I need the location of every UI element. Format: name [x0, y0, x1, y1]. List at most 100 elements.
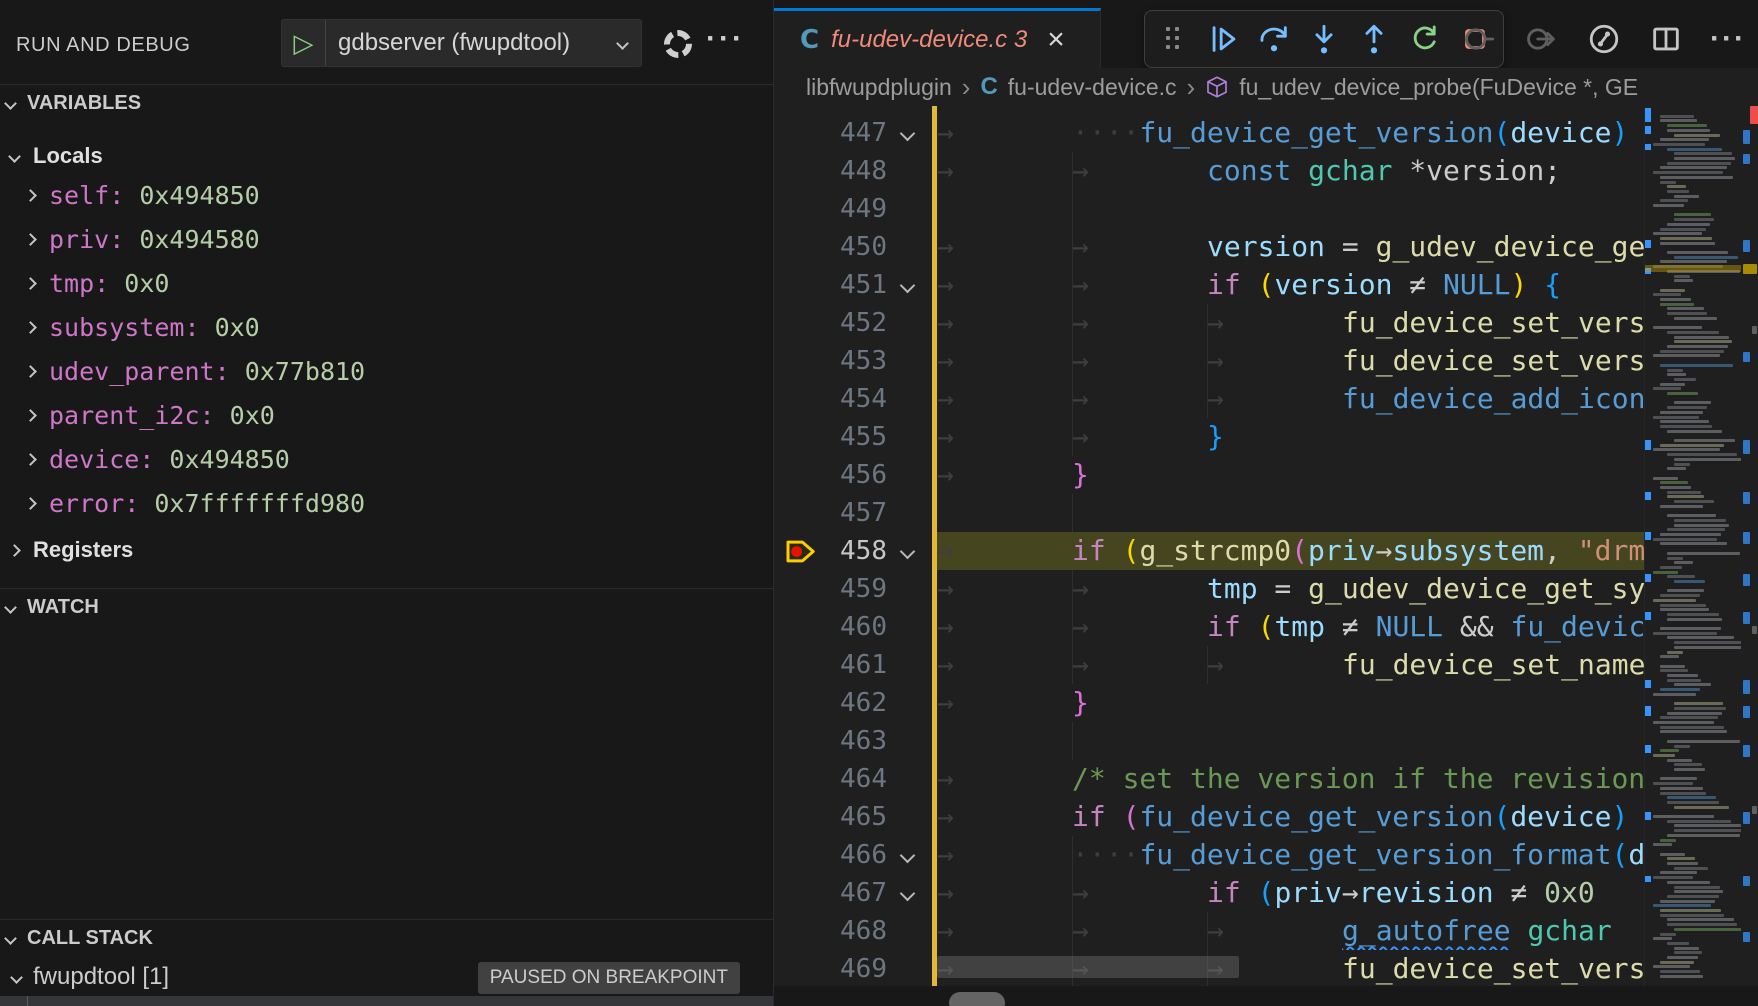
history-graph-icon[interactable] [1584, 19, 1624, 59]
code-text[interactable]: →→if (priv→revision ≠ 0x0 [937, 874, 1644, 912]
horizontal-scrollbar[interactable] [937, 956, 1239, 978]
line-number[interactable]: 469 [774, 950, 887, 986]
run-and-debug-sidebar: RUN AND DEBUG ▷ gdbserver (fwupdtool) ··… [0, 8, 773, 1006]
fold-chevron-icon[interactable] [900, 886, 916, 902]
line-number[interactable]: 450 [774, 228, 887, 266]
breadcrumb-file[interactable]: fu-udev-device.c [1008, 74, 1177, 101]
code-text[interactable]: →→→fu_device_set_version_format( [937, 304, 1644, 342]
line-number[interactable]: 448 [774, 152, 887, 190]
line-number[interactable]: 449 [774, 190, 887, 228]
variable-value: 0x494580 [139, 225, 259, 254]
variable-row[interactable]: udev_parent: 0x77b810 [0, 349, 773, 393]
step-out-icon[interactable] [1352, 17, 1396, 61]
variable-row[interactable]: priv: 0x494580 [0, 217, 773, 261]
settings-gear-button[interactable] [664, 30, 692, 58]
close-icon[interactable]: × [1047, 25, 1065, 55]
variable-row[interactable]: device: 0x494850 [0, 437, 773, 481]
fold-chevron-icon[interactable] [900, 848, 916, 864]
variable-row[interactable]: self: 0x494850 [0, 173, 773, 217]
code-text[interactable]: →→} [937, 418, 1644, 456]
line-number[interactable]: 456 [774, 456, 887, 494]
step-over-icon[interactable] [1252, 17, 1296, 61]
code-text[interactable] [937, 494, 1644, 532]
line-number[interactable]: 453 [774, 342, 887, 380]
tab-bar: C fu-udev-device.c 3 × ··· [774, 8, 1758, 68]
code-text[interactable]: →} [937, 684, 1644, 722]
line-number[interactable]: 467 [774, 874, 887, 912]
fold-chevron-icon[interactable] [900, 126, 916, 142]
code-text[interactable]: →····fu_device_get_version_format(device [937, 836, 1644, 874]
line-number[interactable]: 457 [774, 494, 887, 532]
code-text[interactable]: →→if (tmp ≠ NULL && fu_device_get_name( [937, 608, 1644, 646]
restart-icon[interactable] [1403, 17, 1447, 61]
code-text[interactable]: →if (g_strcmp0(priv→subsystem, "drm" [937, 532, 1644, 570]
ruler-modified-mark [1743, 680, 1750, 694]
minimap-line [1674, 317, 1717, 320]
chevron-separator-icon: › [962, 72, 971, 103]
line-number[interactable]: 461 [774, 646, 887, 684]
more-actions-icon[interactable]: ··· [1708, 19, 1748, 59]
variable-row[interactable]: parent_i2c: 0x0 [0, 393, 773, 437]
code-text[interactable]: →→→fu_device_add_icon( [937, 380, 1644, 418]
minimap[interactable] [1644, 106, 1741, 986]
line-number[interactable]: 458 [774, 532, 887, 570]
drag-handle-icon[interactable] [1151, 17, 1195, 61]
line-number[interactable]: 465 [774, 798, 887, 836]
scrollbar-pill[interactable] [949, 992, 1005, 1006]
fold-chevron-icon[interactable] [900, 278, 916, 294]
code-text[interactable]: →····fu_device_get_version(device) [937, 114, 1644, 152]
fold-chevron-icon[interactable] [900, 544, 916, 560]
code-line: 466 →····fu_device_get_version_format(dev… [774, 836, 1758, 874]
code-text[interactable]: →} [937, 456, 1644, 494]
continue-icon[interactable] [1202, 17, 1246, 61]
line-number[interactable]: 468 [774, 912, 887, 950]
code-editor[interactable]: 447 →····fu_device_get_version(device) 448… [774, 106, 1758, 986]
locals-tree-item[interactable]: Locals [0, 134, 773, 178]
chevron-right-icon [24, 409, 37, 422]
code-text[interactable]: →→→g_autofree gchar [937, 912, 1644, 950]
code-text[interactable]: →if (fu_device_get_version(device) [937, 798, 1644, 836]
variable-row[interactable]: error: 0x7fffffffd980 [0, 481, 773, 525]
callstack-section-header[interactable]: CALL STACK [0, 919, 773, 957]
circle-dash-icon[interactable] [1460, 19, 1500, 59]
debug-config-dropdown[interactable]: ▷ gdbserver (fwupdtool) [281, 19, 642, 67]
tab-fu-udev-device[interactable]: C fu-udev-device.c 3 × [774, 8, 1101, 68]
breadcrumb-folder[interactable]: libfwupdplugin [806, 74, 952, 101]
callstack-frame-row[interactable]: libfwupdplugin.so!fu_udev_device_probe(F… [0, 996, 773, 1006]
code-text[interactable] [937, 190, 1644, 228]
code-text[interactable]: →→tmp = g_udev_device_get_sysfs_attr( [937, 570, 1644, 608]
start-debug-icon[interactable]: ▷ [282, 20, 326, 66]
line-number[interactable]: 464 [774, 760, 887, 798]
code-text[interactable]: →→const gchar *version; [937, 152, 1644, 190]
debug-config-label[interactable]: gdbserver (fwupdtool) [326, 29, 618, 57]
line-number[interactable]: 460 [774, 608, 887, 646]
variable-row[interactable]: tmp: 0x0 [0, 261, 773, 305]
code-text[interactable]: →/* set the version if the revision has … [937, 760, 1644, 798]
code-text[interactable]: →→if (version ≠ NULL) { [937, 266, 1644, 304]
line-number[interactable]: 454 [774, 380, 887, 418]
callstack-thread-row[interactable]: fwupdtool [1] PAUSED ON BREAKPOINT [0, 958, 773, 996]
line-number[interactable]: 459 [774, 570, 887, 608]
line-number[interactable]: 455 [774, 418, 887, 456]
watch-section-header[interactable]: WATCH [0, 588, 773, 626]
step-into-icon[interactable] [1302, 17, 1346, 61]
line-number[interactable]: 452 [774, 304, 887, 342]
overview-ruler[interactable] [1741, 106, 1758, 986]
code-text[interactable]: →→→fu_device_set_version( [937, 342, 1644, 380]
registers-tree-item[interactable]: Registers [0, 528, 773, 572]
variables-section-header[interactable]: VARIABLES [0, 84, 773, 122]
circle-arrow-icon[interactable] [1522, 19, 1562, 59]
line-number[interactable]: 466 [774, 836, 887, 874]
line-number[interactable]: 447 [774, 114, 887, 152]
line-number[interactable]: 451 [774, 266, 887, 304]
code-text[interactable] [937, 722, 1644, 760]
split-editor-icon[interactable] [1646, 19, 1686, 59]
code-text[interactable]: →→version = g_udev_device_get_sysfs_attr… [937, 228, 1644, 266]
line-number[interactable]: 462 [774, 684, 887, 722]
more-actions-icon[interactable]: ··· [706, 22, 745, 56]
variable-row[interactable]: subsystem: 0x0 [0, 305, 773, 349]
line-number[interactable]: 463 [774, 722, 887, 760]
breadcrumb-symbol[interactable]: fu_udev_device_probe(FuDevice *, GE [1239, 74, 1638, 101]
code-text[interactable]: →→→fu_device_set_name( [937, 646, 1644, 684]
minimap-line [1667, 857, 1695, 860]
